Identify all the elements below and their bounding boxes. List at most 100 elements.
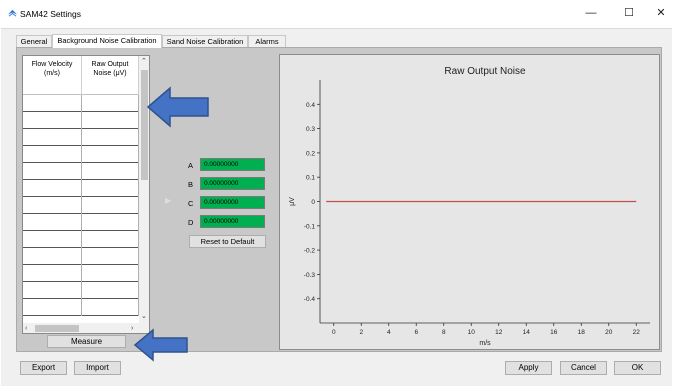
chart-svg: Raw Output Noise -0.4 -0.3 -0.2 -0.1 0 0.1 0.2 0…	[289, 66, 650, 347]
y-tick-label: 0.2	[306, 150, 315, 157]
annotation-arrow-icon	[146, 86, 209, 128]
x-tick-label: 8	[442, 329, 446, 336]
y-tick-label: -0.2	[304, 248, 316, 255]
raw-output-noise-cell[interactable]	[82, 146, 139, 163]
raw-output-noise-cell[interactable]	[82, 299, 139, 316]
minimize-button[interactable]: —	[580, 5, 602, 21]
raw-output-noise-cell[interactable]	[82, 95, 139, 112]
coefficient-b-label: B	[188, 180, 194, 189]
coefficient-a-label: A	[188, 161, 194, 170]
scroll-up-icon[interactable]: ⌃	[141, 57, 147, 66]
y-tick-label: -0.3	[304, 272, 316, 279]
coefficient-d-label: D	[188, 218, 194, 227]
raw-output-noise-cell[interactable]	[82, 248, 139, 265]
calibration-table[interactable]: Flow Velocity (m/s) Raw Output Noise (μV…	[22, 55, 150, 334]
raw-output-noise-cell[interactable]	[82, 282, 139, 299]
ok-button[interactable]: OK	[614, 361, 661, 375]
tab-alarms[interactable]: Alarms	[248, 35, 286, 47]
table-row[interactable]	[23, 146, 139, 163]
flow-velocity-cell[interactable]	[23, 299, 82, 316]
table-row[interactable]	[23, 180, 139, 197]
flow-velocity-cell[interactable]	[23, 197, 82, 214]
column-header-raw-output-noise[interactable]: Raw Output Noise (μV)	[82, 56, 139, 95]
table-row[interactable]	[23, 248, 139, 265]
coefficient-d-field[interactable]: 0.00000000	[200, 215, 265, 228]
y-tick-label: -0.1	[304, 223, 316, 230]
flow-velocity-cell[interactable]	[23, 265, 82, 282]
x-tick-label: 18	[578, 329, 586, 336]
table-header: Flow Velocity (m/s) Raw Output Noise (μV…	[23, 56, 139, 95]
coefficient-c-field[interactable]: 0.00000000	[200, 196, 265, 209]
y-tick-label: 0.4	[306, 102, 315, 109]
horizontal-scroll-thumb[interactable]	[35, 325, 79, 332]
x-tick-label: 20	[605, 329, 613, 336]
flow-velocity-cell[interactable]	[23, 248, 82, 265]
apply-button[interactable]: Apply	[505, 361, 552, 375]
scroll-left-icon[interactable]: ‹	[25, 324, 27, 333]
flow-velocity-cell[interactable]	[23, 163, 82, 180]
flow-velocity-cell[interactable]	[23, 95, 82, 112]
coefficient-c-label: C	[188, 199, 194, 208]
scroll-down-icon[interactable]: ⌄	[141, 312, 147, 321]
table-row[interactable]	[23, 112, 139, 129]
x-tick-label: 6	[414, 329, 418, 336]
raw-output-noise-cell[interactable]	[82, 112, 139, 129]
title-bar: SAM42 Settings — ☐ ✕	[0, 0, 673, 28]
x-tick-label: 16	[550, 329, 558, 336]
flow-velocity-cell[interactable]	[23, 214, 82, 231]
raw-output-noise-cell[interactable]	[82, 197, 139, 214]
y-axis-label: μV	[289, 197, 296, 206]
table-row[interactable]	[23, 129, 139, 146]
app-logo-icon	[8, 9, 17, 17]
tab-background-noise-calibration[interactable]: Background Noise Calibration	[52, 34, 162, 48]
table-row[interactable]	[23, 299, 139, 316]
chart-title: Raw Output Noise	[444, 66, 526, 77]
window-title: SAM42 Settings	[20, 9, 81, 19]
flow-velocity-cell[interactable]	[23, 180, 82, 197]
flow-velocity-cell[interactable]	[23, 146, 82, 163]
tab-general[interactable]: General	[16, 35, 52, 47]
table-row[interactable]	[23, 95, 139, 112]
x-axis-label: m/s	[479, 340, 491, 347]
raw-output-noise-chart: Raw Output Noise -0.4 -0.3 -0.2 -0.1 0 0.1 0.2 0…	[279, 54, 660, 350]
import-button[interactable]: Import	[74, 361, 121, 375]
raw-output-noise-cell[interactable]	[82, 231, 139, 248]
flow-velocity-cell[interactable]	[23, 129, 82, 146]
raw-output-noise-cell[interactable]	[82, 129, 139, 146]
table-row[interactable]	[23, 214, 139, 231]
tab-sand-noise-calibration[interactable]: Sand Noise Calibration	[162, 35, 248, 47]
flow-velocity-cell[interactable]	[23, 112, 82, 129]
close-button[interactable]: ✕	[650, 5, 672, 21]
table-row[interactable]	[23, 197, 139, 214]
raw-output-noise-cell[interactable]	[82, 265, 139, 282]
export-button[interactable]: Export	[20, 361, 67, 375]
y-tick-label: 0.1	[306, 175, 315, 182]
coefficient-b-field[interactable]: 0.00000000	[200, 177, 265, 190]
table-row[interactable]	[23, 282, 139, 299]
y-tick-label: 0	[311, 199, 315, 206]
x-tick-label: 4	[387, 329, 391, 336]
measure-button[interactable]: Measure	[47, 335, 126, 348]
table-row[interactable]	[23, 231, 139, 248]
raw-output-noise-cell[interactable]	[82, 214, 139, 231]
cancel-button[interactable]: Cancel	[560, 361, 607, 375]
x-tick-label: 14	[523, 329, 531, 336]
maximize-button[interactable]: ☐	[618, 5, 640, 21]
flow-velocity-cell[interactable]	[23, 282, 82, 299]
table-row[interactable]	[23, 265, 139, 282]
horizontal-scrollbar[interactable]: ‹ ›	[23, 323, 149, 333]
column-header-flow-velocity[interactable]: Flow Velocity (m/s)	[23, 56, 82, 95]
raw-output-noise-cell[interactable]	[82, 180, 139, 197]
apply-coefficients-icon[interactable]: ▶	[165, 196, 175, 206]
reset-to-default-button[interactable]: Reset to Default	[189, 235, 266, 248]
raw-output-noise-cell[interactable]	[82, 163, 139, 180]
x-tick-label: 10	[468, 329, 476, 336]
y-tick-label: -0.4	[304, 296, 316, 303]
flow-velocity-cell[interactable]	[23, 231, 82, 248]
x-tick-label: 12	[495, 329, 503, 336]
x-tick-label: 0	[332, 329, 336, 336]
coefficient-a-field[interactable]: 0.00000000	[200, 158, 265, 171]
annotation-arrow-icon	[133, 328, 188, 362]
x-tick-label: 2	[359, 329, 363, 336]
table-row[interactable]	[23, 163, 139, 180]
